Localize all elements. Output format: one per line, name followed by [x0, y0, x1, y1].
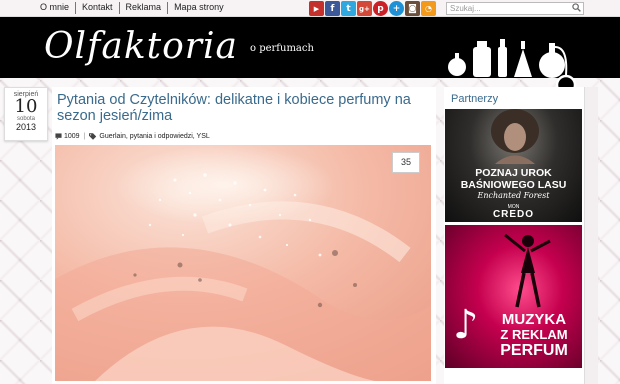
- post-date-badge: sierpień 10 sobota 2013: [4, 87, 48, 141]
- tag-icon: [89, 133, 97, 140]
- instagram-icon[interactable]: ◙: [405, 1, 420, 16]
- search-icon[interactable]: [572, 3, 581, 12]
- ad1-line1: POZNAJ UROK: [475, 167, 552, 179]
- nav-item-mapa-strony[interactable]: Mapa strony: [174, 2, 224, 14]
- ad2-line3: PERFUM: [500, 342, 568, 359]
- plus-icon[interactable]: +: [389, 1, 404, 16]
- facebook-icon[interactable]: f: [325, 1, 340, 16]
- partner-ad-music[interactable]: ♪ MUZYKA Z REKLAM PERFUM: [445, 225, 582, 368]
- top-bar: O mnie Kontakt Reklama Mapa strony ▶ f t…: [0, 0, 620, 17]
- search-input[interactable]: Szukaj...: [446, 2, 584, 15]
- perfume-bottles-logo: [448, 39, 577, 96]
- sidebar-scrollbar[interactable]: [584, 87, 598, 384]
- twitter-icon[interactable]: t: [341, 1, 356, 16]
- article-image[interactable]: [55, 145, 431, 381]
- sidebar: Partnerzy POZNAJ UROK BAŚNIOWEGO LASU En…: [444, 87, 584, 384]
- comments-count-bubble[interactable]: 35: [392, 152, 420, 173]
- ad-woman-photo: [491, 109, 539, 164]
- nav-separator: [118, 2, 120, 14]
- partner-ad-credo[interactable]: POZNAJ UROK BAŚNIOWEGO LASU Enchanted Fo…: [445, 109, 582, 222]
- comment-count-meta[interactable]: 1009: [64, 133, 80, 140]
- site-logo[interactable]: Olfaktoria: [44, 29, 238, 65]
- article-meta: 1009 | Guerlain, pytania i odpowiedzi, Y…: [55, 133, 210, 140]
- ad-dancer-silhouette: [504, 233, 551, 308]
- ad1-brand: CREDO: [492, 209, 535, 220]
- top-nav: O mnie Kontakt Reklama Mapa strony: [40, 2, 224, 14]
- nav-separator: [167, 2, 169, 14]
- date-day: 10: [14, 96, 38, 117]
- site-tagline: o perfumach: [250, 43, 314, 54]
- nav-item-reklama[interactable]: Reklama: [126, 2, 162, 14]
- article-title[interactable]: Pytania od Czytelników: delikatne i kobi…: [57, 92, 429, 124]
- nav-separator: [75, 2, 77, 14]
- ad1-line3: Enchanted Forest: [477, 191, 550, 200]
- nav-item-kontakt[interactable]: Kontakt: [82, 2, 113, 14]
- article-tags[interactable]: Guerlain, pytania i odpowiedzi, YSL: [99, 133, 209, 140]
- article-card: Pytania od Czytelników: delikatne i kobi…: [52, 87, 436, 384]
- youtube-icon[interactable]: ▶: [309, 1, 324, 16]
- social-icons: ▶ f t g+ p + ◙ ◔: [309, 1, 436, 16]
- ad2-line1: MUZYKA: [501, 311, 567, 328]
- meta-separator: |: [83, 133, 86, 140]
- ad2-line2: Z REKLAM: [500, 327, 568, 342]
- comment-icon: [55, 133, 62, 140]
- googleplus-icon[interactable]: g+: [357, 1, 372, 16]
- nav-item-o-mnie[interactable]: O mnie: [40, 2, 69, 14]
- rss-icon[interactable]: ◔: [421, 1, 436, 16]
- ad1-line2: BAŚNIOWEGO LASU: [460, 179, 567, 191]
- pinterest-icon[interactable]: p: [373, 1, 388, 16]
- music-note-icon: ♪: [453, 302, 479, 348]
- date-year: 2013: [15, 122, 37, 132]
- sidebar-title: Partnerzy: [451, 93, 499, 105]
